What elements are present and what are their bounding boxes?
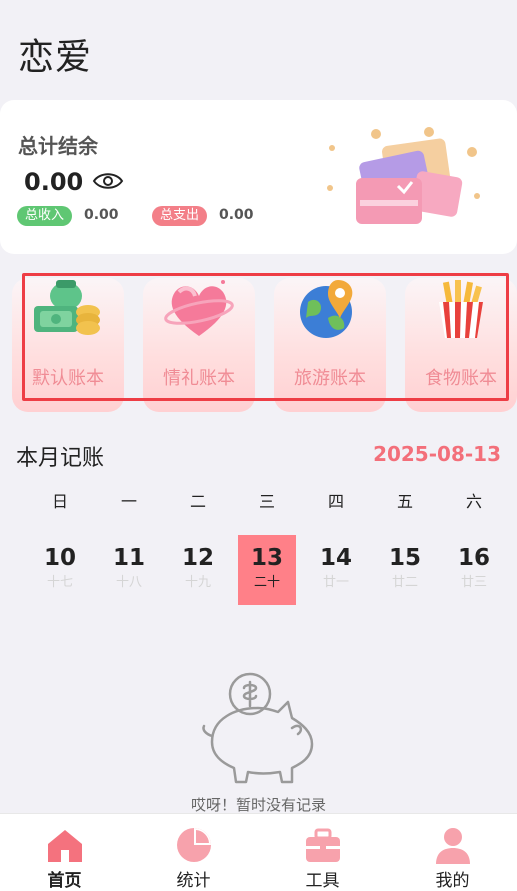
income-badge: 总收入 [17, 206, 73, 226]
book-food-label: 食物账本 [425, 368, 497, 389]
piggy-bank-icon [202, 672, 314, 784]
expense-badge: 总支出 [152, 206, 208, 226]
bottom-tabbar: 首页 统计 工具 我的 [0, 813, 517, 891]
day-number: 15 [388, 545, 421, 571]
balance-label: 总计结余 [18, 134, 98, 158]
book-travel-label: 旅游账本 [294, 368, 366, 389]
day-number: 16 [457, 545, 490, 571]
month-title: 本月记账 [16, 446, 105, 471]
day-number: 12 [181, 545, 214, 571]
tab-tools[interactable]: 工具 [258, 814, 387, 891]
empty-state-text: 哎呀！暂时没有记录 [190, 796, 326, 814]
day-number: 11 [112, 545, 145, 571]
user-icon [436, 828, 470, 864]
book-gift[interactable]: 情礼账本 [143, 278, 255, 412]
weekday-label: 二 [189, 492, 206, 511]
money-bag-icon [34, 280, 100, 335]
day-lunar: 二十 [253, 575, 280, 590]
heart-ring-icon [164, 280, 234, 336]
day-lunar: 十七 [46, 575, 73, 590]
tab-stats[interactable]: 统计 [129, 814, 258, 891]
weekday-label: 四 [327, 492, 344, 511]
weekday-label: 六 [465, 492, 482, 511]
day-number: 10 [43, 545, 76, 571]
balance-amount: 0.00 [24, 168, 84, 196]
book-default[interactable]: 默认账本 [12, 278, 124, 412]
weekday-label: 一 [120, 492, 137, 511]
day-number: 14 [319, 545, 352, 571]
tab-stats-label: 统计 [176, 871, 211, 891]
page-title: 恋爱 [18, 37, 93, 78]
day-lunar: 十八 [115, 575, 142, 590]
credit-cards-icon [327, 127, 480, 224]
globe-pin-icon [300, 280, 353, 338]
month-date-picker[interactable]: 2025-08-13 [373, 442, 501, 466]
book-default-label: 默认账本 [32, 368, 104, 389]
day-cell[interactable]: 10 十七 [31, 535, 89, 605]
pie-chart-icon [177, 828, 211, 862]
tab-mine-label: 我的 [435, 871, 470, 891]
tab-home-label: 首页 [47, 871, 82, 891]
weekday-label: 三 [258, 492, 275, 511]
day-cell[interactable]: 15 廿二 [376, 535, 434, 605]
day-number: 13 [250, 545, 283, 571]
toolbox-icon [306, 828, 340, 862]
book-travel[interactable]: 旅游账本 [274, 278, 386, 412]
day-lunar: 廿一 [322, 575, 349, 590]
day-cell-selected[interactable]: 13 二十 [238, 535, 296, 605]
fries-icon [439, 280, 483, 338]
eye-icon[interactable] [92, 170, 124, 192]
tab-home[interactable]: 首页 [0, 814, 129, 891]
weekday-label: 日 [51, 492, 68, 511]
home-icon [48, 830, 82, 862]
day-lunar: 廿二 [391, 575, 418, 590]
expense-value: 0.00 [219, 207, 254, 223]
book-gift-label: 情礼账本 [163, 368, 235, 389]
day-cell[interactable]: 12 十九 [169, 535, 227, 605]
income-value: 0.00 [84, 207, 119, 223]
weekday-label: 五 [396, 492, 413, 511]
day-cell[interactable]: 14 廿一 [307, 535, 365, 605]
tab-mine[interactable]: 我的 [388, 814, 517, 891]
day-lunar: 十九 [184, 575, 211, 590]
tab-tools-label: 工具 [305, 871, 340, 891]
day-cell[interactable]: 11 十八 [100, 535, 158, 605]
books-row: 默认账本 情礼账本 旅游账本 食物账本 [0, 272, 517, 414]
day-cell[interactable]: 16 廿三 [445, 535, 503, 605]
book-food[interactable]: 食物账本 [405, 278, 517, 412]
day-lunar: 廿三 [460, 575, 487, 590]
